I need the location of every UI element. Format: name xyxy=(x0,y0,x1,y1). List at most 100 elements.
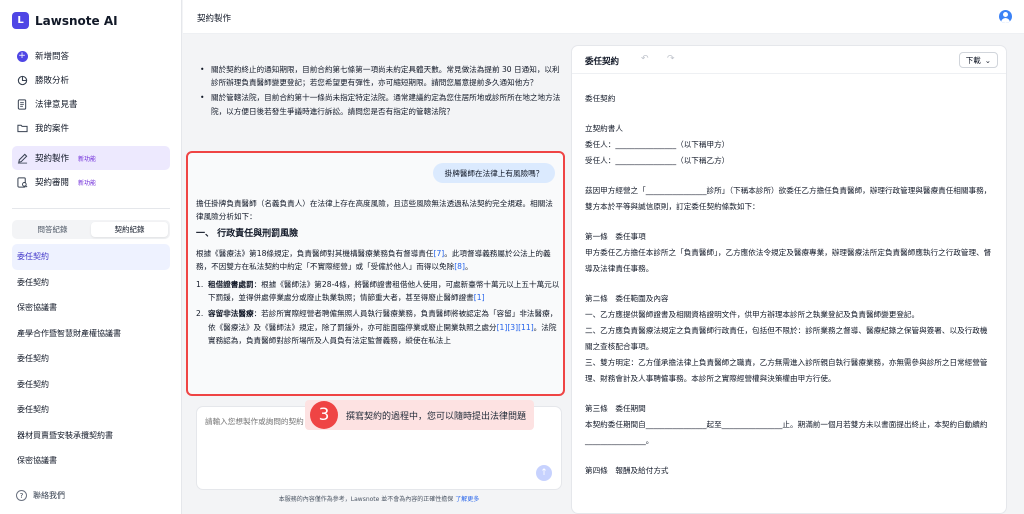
nav-label: 契約審閱 xyxy=(35,178,70,188)
contract-history-list: 委任契約 委任契約 保密協議書 產學合作暨智慧財產權協議書 委任契約 委任契約 … xyxy=(12,244,170,474)
lawsnote-logo-icon: L xyxy=(12,12,29,29)
nav-contract-review[interactable]: 契約審閱 新功能 xyxy=(12,170,170,194)
download-label: 下載 xyxy=(965,55,981,65)
learn-more-link[interactable]: 了解更多 xyxy=(455,496,479,503)
nav-label: 勝敗分析 xyxy=(35,76,70,86)
step-callout: 3 撰寫契約的過程中，您可以隨時提出法律問題 xyxy=(305,400,535,430)
answer-intro: 擔任掛牌負責醫師（名義負責人）在法律上存在高度風險，且這些風險無法透過私法契約完… xyxy=(196,199,553,222)
brand[interactable]: L Lawsnote AI xyxy=(12,12,118,29)
citation-link[interactable]: [7] xyxy=(433,249,444,258)
contract-line: 茲因甲方經營之「________________診所」（下稱本診所）欲委任乙方擔… xyxy=(585,186,992,211)
list-item: 關於契約終止的通知期限，目前合約第七條第一項尚未約定具體天數。常見做法為提前 3… xyxy=(197,63,565,89)
review-icon xyxy=(16,176,28,188)
contract-line: 第二條 委任範圍及內容 xyxy=(585,294,669,303)
list-item[interactable]: 保密協議書 xyxy=(12,295,170,321)
citation-link[interactable]: [1] xyxy=(474,293,485,302)
highlighted-qa-box: 掛牌醫師在法律上有風險嗎？ 擔任掛牌負責醫師（名義負責人）在法律上存在高度風險，… xyxy=(186,151,565,396)
contract-body[interactable]: 委任契約立契約書人委任人：________________（以下稱甲方） 受任人：… xyxy=(585,91,995,479)
new-feature-badge: 新功能 xyxy=(78,179,97,187)
new-feature-badge: 新功能 xyxy=(78,155,97,163)
page-title: 契約製作 xyxy=(197,14,232,24)
user-avatar-icon[interactable] xyxy=(999,10,1012,23)
app-name: Lawsnote AI xyxy=(35,13,118,28)
list-item[interactable]: 產學合作暨智慧財產權協議書 xyxy=(12,321,170,347)
disclaimer-text: 本服務的內容僅作為參考，Lawsnote 並不會為內容的正確性擔保 xyxy=(278,496,454,503)
assistant-answer: 擔任掛牌負責醫師（名義負責人）在法律上存在高度風險，且這些風險無法透過私法契約完… xyxy=(196,197,560,350)
citation-link[interactable]: [8] xyxy=(454,262,465,271)
list-item[interactable]: 保密協議書 xyxy=(12,448,170,474)
citation-link[interactable]: [1][3][11] xyxy=(497,323,534,332)
nav-win-loss-analysis[interactable]: 勝敗分析 xyxy=(12,68,170,92)
contract-line: 本契約委任期間自________________起至______________… xyxy=(585,420,988,445)
step-number-badge: 3 xyxy=(310,401,338,429)
contract-line: 一、乙方應提供醫師證書及相關資格證明文件，供甲方辦理本診所之執業登記及負責醫師變… xyxy=(585,310,920,319)
list-item[interactable]: 委任契約 xyxy=(12,346,170,372)
contract-line: 立契約書人 xyxy=(585,124,623,133)
contract-line: 受任人：________________（以下稱乙方） xyxy=(585,156,730,165)
disclaimer: 本服務的內容僅作為參考，Lawsnote 並不會為內容的正確性擔保 了解更多 xyxy=(196,494,562,503)
list-item: 1. 租借證書處罰：根據《醫師法》第28-4條，將醫師證書租借他人使用，可處新臺幣… xyxy=(196,280,560,303)
contract-line: 甲方委任乙方擔任本診所之「負責醫師」，乙方應依法令規定及醫療專業，辦理醫療法所定… xyxy=(585,248,992,273)
chat-input[interactable] xyxy=(205,416,315,430)
assistant-message: 關於契約終止的通知期限，目前合約第七條第一項尚未約定具體天數。常見做法為提前 3… xyxy=(197,63,565,120)
contract-panel: 委任契約 ↶ ↷ 下載 ⌄ 委任契約立契約書人委任人：_____________… xyxy=(571,45,1007,514)
nav-label: 我的案件 xyxy=(35,124,70,134)
contact-us-link[interactable]: ? 聯絡我們 xyxy=(16,490,65,501)
nav-legal-opinion[interactable]: 法律意見書 xyxy=(12,92,170,116)
nav-contract-drafting[interactable]: 契約製作 新功能 xyxy=(12,146,170,170)
item-text: ：根據《醫師法》第28-4條，將醫師證書租借他人使用，可處新臺幣十萬元以上五十萬… xyxy=(208,280,560,303)
answer-heading: 一、 行政責任與刑罰風險 xyxy=(196,229,299,240)
list-item: 關於管轄法院，目前合約第十一條尚未指定特定法院。通常建議約定為您住居所地或診所所… xyxy=(197,91,565,117)
nav-label: 法律意見書 xyxy=(35,100,78,110)
list-item[interactable]: 委任契約 xyxy=(12,244,170,270)
answer-text: 。 xyxy=(464,261,473,271)
download-button[interactable]: 下載 ⌄ xyxy=(958,52,998,68)
answer-text: 根據《醫療法》第18條規定，負責醫師對其機構醫療業務負有督導責任 xyxy=(196,248,434,258)
list-item[interactable]: 委任契約 xyxy=(12,270,170,296)
top-header: 契約製作 xyxy=(183,0,1024,34)
list-item[interactable]: 委任契約 xyxy=(12,372,170,398)
help-icon: ? xyxy=(16,490,27,501)
chevron-down-icon: ⌄ xyxy=(984,55,991,65)
contract-line: 委任人：________________（以下稱甲方） xyxy=(585,140,730,149)
list-item[interactable]: 器材買賣暨安裝承攬契約書 xyxy=(12,423,170,449)
item-title: 租借證書處罰 xyxy=(208,280,254,290)
contract-line: 第一條 委任事項 xyxy=(585,232,646,241)
plus-circle-icon: + xyxy=(16,50,28,62)
tab-contract-history[interactable]: 契約紀錄 xyxy=(91,222,168,237)
pen-icon xyxy=(16,152,28,164)
send-button[interactable]: ↑ xyxy=(536,465,552,481)
folder-icon xyxy=(16,122,28,134)
step-callout-text: 撰寫契約的過程中，您可以隨時提出法律問題 xyxy=(346,411,527,422)
list-item[interactable]: 委任契約 xyxy=(12,397,170,423)
divider xyxy=(12,208,170,209)
contract-line: 第四條 報酬及給付方式 xyxy=(585,466,669,475)
main-nav: + 新增問答 勝敗分析 法律意見書 我的案件 契約製作 新功能 契約審閱 新功能 xyxy=(12,44,170,194)
nav-my-cases[interactable]: 我的案件 xyxy=(12,116,170,140)
nav-new-qa[interactable]: + 新增問答 xyxy=(12,44,170,68)
contract-line: 委任契約 xyxy=(585,94,616,103)
sidebar: L Lawsnote AI + 新增問答 勝敗分析 法律意見書 我的案件 契約製… xyxy=(0,0,182,514)
history-tabs: 問答紀錄 契約紀錄 xyxy=(12,220,170,239)
contract-line: 二、乙方應負責醫療法規定之負責醫師行政責任，包括但不限於：診所業務之督導、醫療紀… xyxy=(585,326,988,351)
contract-line: 第三條 委任期間 xyxy=(585,404,646,413)
redo-icon[interactable]: ↷ xyxy=(667,54,675,64)
nav-label: 契約製作 xyxy=(35,154,70,164)
panel-header: 委任契約 ↶ ↷ 下載 ⌄ xyxy=(572,46,1006,74)
document-icon xyxy=(16,98,28,110)
item-title: 容留非法醫療 xyxy=(208,309,254,319)
chart-pie-icon xyxy=(16,74,28,86)
contact-label: 聯絡我們 xyxy=(33,491,65,500)
nav-label: 新增問答 xyxy=(35,52,70,62)
panel-title: 委任契約 xyxy=(585,57,620,67)
tab-qa-history[interactable]: 問答紀錄 xyxy=(14,222,91,237)
undo-icon[interactable]: ↶ xyxy=(641,54,649,64)
list-item: 2. 容留非法醫療：若診所實際經營者聘僱無照人員執行醫療業務，負責醫師將被認定為「… xyxy=(196,309,558,345)
answer-paragraph: 根據《醫療法》第18條規定，負責醫師對其機構醫療業務負有督導責任[7]。此項督導… xyxy=(196,247,560,273)
